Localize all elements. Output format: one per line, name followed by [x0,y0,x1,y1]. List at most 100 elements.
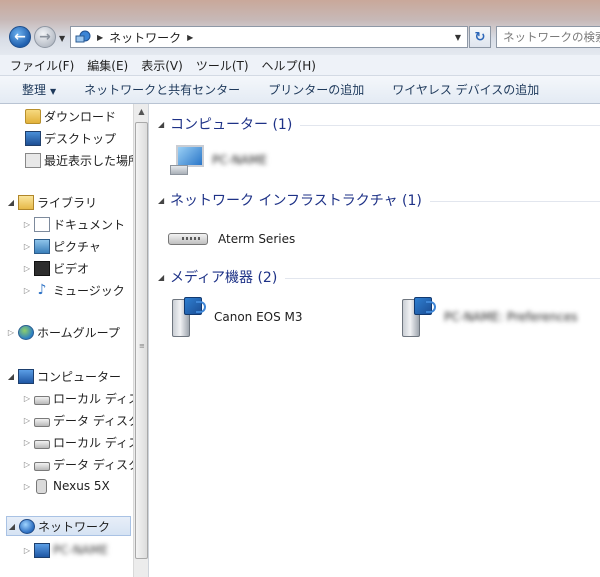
sidebar-item-downloads[interactable]: ダウンロード [23,106,116,126]
expand-arrow-icon[interactable]: ▷ [22,394,32,403]
sidebar-item-music[interactable]: ▷ ♪ ミュージック [22,280,125,300]
sidebar-item-network-computer[interactable]: ▷ PC-NAME [22,540,108,560]
command-bar: 整理 ▼ ネットワークと共有センター プリンターの追加 ワイヤレス デバイスの追加 [0,76,600,104]
router-icon [168,231,210,247]
media-device-label: PC-NAME: Preferences [444,310,578,324]
collapse-arrow-icon[interactable]: ◢ [158,196,170,205]
sidebar-item-label: ダウンロード [44,109,117,124]
sidebar-item-label: データ ディスク [53,413,133,428]
expand-arrow-icon[interactable]: ▷ [22,438,32,447]
network-sharing-center-button[interactable]: ネットワークと共有センター [84,81,240,98]
group-title: コンピューター (1) [170,117,293,133]
collapse-arrow-icon[interactable]: ◢ [158,273,170,282]
network-icon [75,30,91,44]
system-drive-icon [34,395,50,405]
computer-item[interactable]: PC-NAME [168,142,267,178]
sidebar-item-pictures[interactable]: ▷ ピクチャ [22,236,101,256]
sidebar-item-label: 最近表示した場所 [44,153,133,168]
search-input[interactable]: ネットワークの検索 [496,26,600,48]
media-device-item[interactable]: PC-NAME: Preferences [400,294,578,340]
sidebar-item-videos[interactable]: ▷ ビデオ [22,258,89,278]
sidebar-item-computer[interactable]: ◢ コンピューター [6,366,121,386]
collapse-arrow-icon[interactable]: ◢ [7,522,17,531]
scroll-thumb[interactable]: ≡ [135,122,148,559]
sidebar-item-label: データ ディスク [53,457,133,472]
computer-monitor-icon [168,145,204,175]
window-titlebar: ← → ▼ ▶ ネットワーク ▶ ▼ ↻ ネットワークの検索 [0,0,600,55]
sidebar-item-desktop[interactable]: デスクトップ [23,128,116,148]
menu-help[interactable]: ヘルプ(H) [262,57,316,74]
expand-arrow-icon[interactable]: ▷ [22,264,32,273]
drive-icon [34,439,50,449]
group-header-computer[interactable]: ◢ コンピューター (1) [158,113,600,135]
sidebar-item-data-disk-2[interactable]: ▷ データ ディスク [22,454,133,474]
forward-button[interactable]: → [34,26,56,48]
sidebar-item-label: PC-NAME [53,543,109,557]
breadcrumb-chevron-icon[interactable]: ▶ [187,33,193,42]
collapse-arrow-icon[interactable]: ◢ [6,372,16,381]
organize-label: 整理 [22,83,47,97]
refresh-icon: ↻ [474,29,486,45]
expand-arrow-icon[interactable]: ▷ [22,242,32,251]
expand-arrow-icon[interactable]: ▷ [22,286,32,295]
sidebar-item-label: デスクトップ [44,131,117,146]
sidebar-item-label: ローカル ディスク [53,435,133,450]
organize-button[interactable]: 整理 ▼ [22,81,56,98]
content-pane: ◢ コンピューター (1) PC-NAME ◢ ネットワーク インフラストラクチ… [150,104,600,577]
collapse-arrow-icon[interactable]: ◢ [6,198,16,207]
computer-icon [34,542,50,558]
menu-tools[interactable]: ツール(T) [196,57,249,74]
expand-arrow-icon[interactable]: ▷ [22,546,32,555]
breadcrumb-separator-icon[interactable]: ▶ [97,33,103,42]
documents-icon [34,216,50,232]
add-printer-button[interactable]: プリンターの追加 [268,81,364,98]
sidebar-item-label: コンピューター [37,369,122,384]
scroll-up-arrow-icon[interactable]: ▲ [134,104,149,120]
sidebar-item-recent[interactable]: 最近表示した場所 [23,150,133,170]
group-header-media[interactable]: ◢ メディア機器 (2) [158,266,600,288]
router-item[interactable]: Aterm Series [168,221,295,257]
menu-view[interactable]: 表示(V) [141,57,183,74]
scroll-grip-icon: ≡ [139,342,145,350]
sidebar-item-label: ローカル ディスク [53,391,133,406]
group-header-infrastructure[interactable]: ◢ ネットワーク インフラストラクチャ (1) [158,189,600,211]
sidebar-item-label: ビデオ [53,261,90,276]
expand-arrow-icon[interactable]: ▷ [22,220,32,229]
back-arrow-icon: ← [14,29,26,45]
sidebar-item-data-disk-1[interactable]: ▷ データ ディスク [22,410,133,430]
recent-pages-dropdown-icon[interactable]: ▼ [59,34,65,43]
group-divider [285,277,600,279]
expand-arrow-icon[interactable]: ▷ [22,482,32,491]
collapse-arrow-icon[interactable]: ◢ [158,120,170,129]
sidebar-item-documents[interactable]: ▷ ドキュメント [22,214,125,234]
navigation-scrollbar[interactable]: ▲ ≡ [133,104,149,577]
sidebar-item-libraries[interactable]: ◢ ライブラリ [6,192,97,212]
sidebar-item-nexus[interactable]: ▷ Nexus 5X [22,476,110,496]
sidebar-item-label: ライブラリ [37,195,98,210]
media-device-item[interactable]: Canon EOS M3 [170,294,303,340]
sidebar-item-label: ドキュメント [53,217,126,232]
menu-file[interactable]: ファイル(F) [10,57,74,74]
address-history-dropdown-icon[interactable]: ▼ [455,33,461,42]
address-bar[interactable]: ▶ ネットワーク ▶ ▼ [70,26,468,48]
breadcrumb-network[interactable]: ネットワーク [109,29,181,46]
media-server-icon [170,295,206,339]
back-button[interactable]: ← [9,26,31,48]
menu-edit[interactable]: 編集(E) [87,57,128,74]
downloads-folder-icon [25,108,41,124]
music-note-icon: ♪ [37,281,47,298]
sidebar-item-label: ピクチャ [53,239,101,254]
group-divider [429,200,600,202]
add-wireless-device-button[interactable]: ワイヤレス デバイスの追加 [392,81,539,98]
phone-device-icon [36,478,47,494]
sidebar-item-network[interactable]: ◢ ネットワーク [6,516,131,536]
videos-icon [34,260,50,276]
homegroup-icon [18,324,34,340]
expand-arrow-icon[interactable]: ▷ [22,460,32,469]
expand-arrow-icon[interactable]: ▷ [6,328,16,337]
expand-arrow-icon[interactable]: ▷ [22,416,32,425]
refresh-button[interactable]: ↻ [469,26,491,48]
sidebar-item-local-disk-2[interactable]: ▷ ローカル ディスク [22,432,133,452]
sidebar-item-homegroup[interactable]: ▷ ホームグループ [6,322,120,342]
sidebar-item-local-disk-1[interactable]: ▷ ローカル ディスク [22,388,133,408]
